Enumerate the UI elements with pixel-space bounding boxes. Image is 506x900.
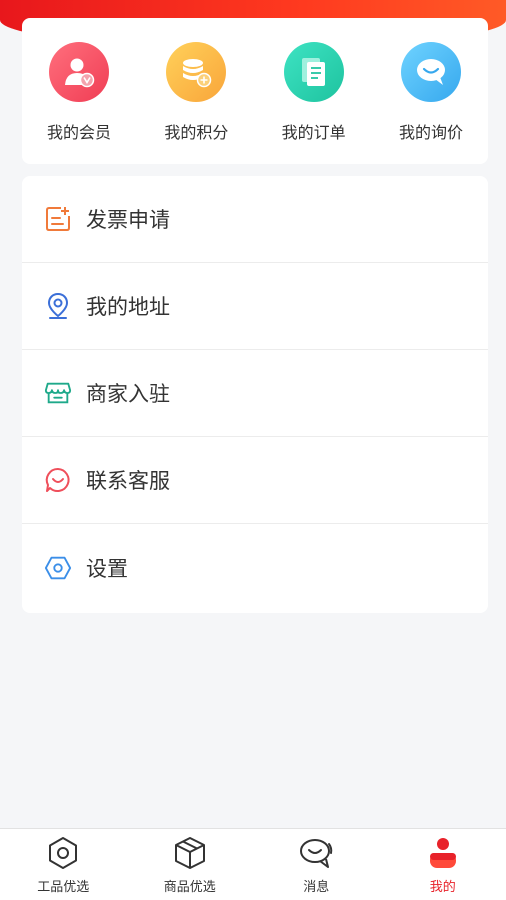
customer-service-icon: [44, 466, 72, 494]
quick-action-label: 我的积分: [164, 123, 229, 142]
profile-icon: [425, 835, 461, 871]
menu-item-settings[interactable]: 设置: [22, 524, 488, 611]
tab-label: 消息: [303, 880, 330, 895]
menu-item-invoice[interactable]: 发票申请: [22, 176, 488, 263]
member-icon: [49, 42, 109, 102]
menu-item-label: 我的地址: [86, 295, 170, 319]
location-pin-icon: [44, 292, 72, 320]
tab-industrial-products[interactable]: 工品优选: [0, 829, 127, 900]
menu-list: 发票申请 我的地址 商家入驻 联系客服 设置: [22, 176, 488, 613]
quick-action-label: 我的会员: [46, 123, 111, 142]
tab-messages[interactable]: 消息: [253, 829, 380, 900]
menu-item-label: 设置: [86, 556, 128, 581]
message-icon: [298, 835, 334, 871]
chat-bubble-icon: [400, 42, 461, 102]
menu-item-address[interactable]: 我的地址: [22, 263, 488, 350]
menu-item-merchant[interactable]: 商家入驻: [22, 350, 488, 437]
tab-label: 我的: [429, 880, 456, 895]
menu-item-label: 联系客服: [86, 469, 170, 493]
tab-label: 工品优选: [37, 880, 90, 895]
box-icon: [172, 835, 208, 871]
bottom-tab-bar: 工品优选 商品优选 消息 我的: [0, 828, 506, 900]
hexagon-icon: [45, 835, 81, 871]
quick-action-points[interactable]: 我的积分: [151, 18, 241, 164]
invoice-icon: [44, 205, 72, 233]
quick-action-label: 我的订单: [281, 123, 346, 142]
coins-icon: [166, 42, 227, 102]
quick-action-label: 我的询价: [398, 123, 463, 142]
settings-hexagon-icon: [44, 554, 72, 582]
tab-goods[interactable]: 商品优选: [127, 829, 254, 900]
menu-item-label: 发票申请: [86, 208, 170, 232]
order-document-icon: [283, 42, 344, 102]
storefront-icon: [44, 379, 72, 407]
menu-item-label: 商家入驻: [86, 382, 170, 406]
quick-action-inquiry[interactable]: 我的询价: [386, 18, 476, 164]
tab-mine[interactable]: 我的: [380, 829, 506, 900]
tab-label: 商品优选: [163, 880, 216, 895]
quick-actions-card: 我的会员 我的积分 我的订单 我的询价: [22, 18, 488, 164]
quick-action-member[interactable]: 我的会员: [34, 18, 124, 164]
quick-action-orders[interactable]: 我的订单: [269, 18, 359, 164]
menu-item-customer-service[interactable]: 联系客服: [22, 437, 488, 524]
